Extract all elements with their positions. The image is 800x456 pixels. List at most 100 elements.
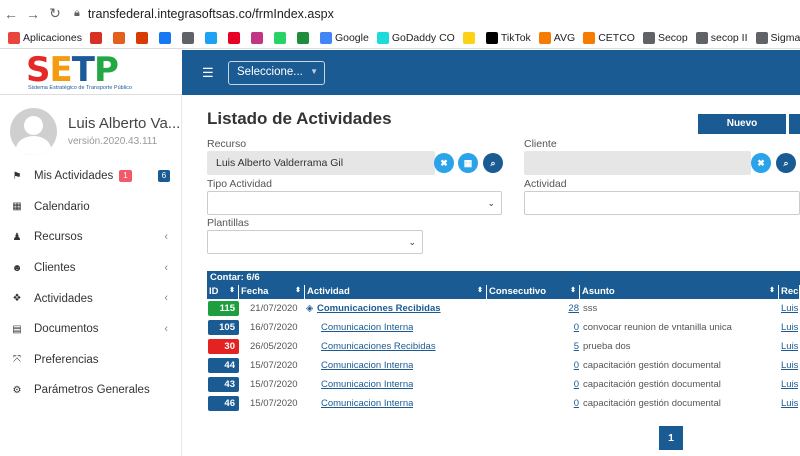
bookmark-5[interactable]	[181, 31, 197, 44]
consecutivo-link[interactable]: 28	[537, 300, 579, 318]
tipo-actividad-select[interactable]: ⌄	[207, 191, 502, 215]
actividad-link[interactable]: Comunicacion Interna	[321, 357, 413, 375]
asunto-cell: prueba dos	[583, 341, 631, 352]
clear-cliente-button[interactable]: ✖	[751, 153, 771, 173]
lock-icon[interactable]: 🔒︎	[74, 7, 80, 20]
search-recurso-button[interactable]: ⌕	[483, 153, 503, 173]
bookmark-7[interactable]	[227, 31, 243, 44]
bookmark-4[interactable]	[158, 31, 174, 44]
column-header-5[interactable]: Rec	[779, 285, 800, 299]
bookmark-6[interactable]	[204, 31, 220, 44]
bookmark-label: AVG	[553, 31, 576, 44]
sidebar-item-recursos[interactable]: ♟ Recursos ‹	[0, 222, 182, 253]
new-button[interactable]: Nuevo	[698, 114, 786, 134]
chevron-left-icon: ‹	[164, 231, 168, 244]
recurso-link[interactable]: Luis	[781, 300, 798, 318]
bookmark-1[interactable]	[89, 31, 105, 44]
table-row[interactable]: 43 15/07/2020 Comunicacion Interna 0 capacit…	[207, 376, 800, 394]
recurso-link[interactable]: Luis	[781, 395, 798, 413]
actividad-link[interactable]: Comunicacion Interna	[321, 319, 413, 337]
clear-recurso-button[interactable]: ✖	[434, 153, 454, 173]
sort-icon: ⬍	[570, 287, 576, 294]
consecutivo-link[interactable]: 0	[537, 376, 579, 394]
consecutivo-link[interactable]: 5	[537, 338, 579, 356]
table-row[interactable]: 30 26/05/2020 Comunicaciones Recibidas 5 pru…	[207, 338, 800, 356]
top-select[interactable]: Seleccione... ▼	[228, 61, 325, 85]
godaddy-icon	[376, 31, 389, 44]
actividad-link[interactable]: Comunicaciones Recibidas	[317, 300, 441, 318]
column-header-3[interactable]: Consecutivo ⬍	[487, 285, 580, 299]
gmail-icon	[89, 31, 102, 44]
column-header-0[interactable]: ID ⬍	[207, 285, 239, 299]
calendar-icon[interactable]: ▦	[458, 153, 478, 173]
asunto-cell: convocar reunion de vntanilla unica	[583, 322, 732, 333]
recurso-link[interactable]: Luis	[781, 376, 798, 394]
id-badge: 44	[208, 358, 239, 373]
fecha-cell: 21/07/2020	[250, 303, 298, 314]
actividad-field[interactable]	[524, 191, 800, 215]
bookmark-0[interactable]: Aplicaciones	[8, 31, 82, 44]
bookmark-18[interactable]: secop II	[695, 31, 748, 44]
office-icon	[112, 31, 125, 44]
column-header-2[interactable]: Actividad ⬍	[305, 285, 487, 299]
bookmark-16[interactable]: CETCO	[583, 31, 635, 44]
bookmark-15[interactable]: AVG	[538, 31, 576, 44]
sidebar-item-mis-actividades[interactable]: ⚑ Mis Actividades 1 6	[0, 161, 182, 192]
column-header-1[interactable]: Fecha ⬍	[239, 285, 305, 299]
sidebar-item-actividades[interactable]: ❖ Actividades ‹	[0, 283, 182, 314]
back-icon[interactable]: ←	[0, 6, 22, 22]
reload-icon[interactable]: ↻	[44, 5, 66, 22]
bookmark-13[interactable]	[462, 31, 478, 44]
column-header-4[interactable]: Asunto ⬍	[580, 285, 779, 299]
bookmark-3[interactable]	[135, 31, 151, 44]
bookmark-2[interactable]	[112, 31, 128, 44]
table-row[interactable]: 115 21/07/2020 Comunicaciones Recibidas ◈ 28…	[207, 300, 800, 318]
more-button[interactable]	[789, 114, 800, 134]
column-header-label: Actividad	[307, 286, 350, 297]
main-content: Listado de Actividades Nuevo Recurso Lui…	[182, 95, 800, 456]
table-row[interactable]: 105 16/07/2020 Comunicacion Interna 0 convoc…	[207, 319, 800, 337]
table-row[interactable]: 44 15/07/2020 Comunicacion Interna 0 capacit…	[207, 357, 800, 375]
consecutivo-link[interactable]: 0	[537, 395, 579, 413]
recurso-link[interactable]: Luis	[781, 319, 798, 337]
bookmarks-bar: Aplicaciones Google GoDaddy CO TikTok AVG CET…	[0, 27, 800, 49]
forward-icon[interactable]: →	[22, 6, 44, 22]
consecutivo-link[interactable]: 0	[537, 319, 579, 337]
sidebar-item-documentos[interactable]: ▤ Documentos ‹	[0, 314, 182, 345]
recurso-link[interactable]: Luis	[781, 338, 798, 356]
sidebar-item-calendario[interactable]: ▦ Calendario	[0, 192, 182, 223]
bookmark-11[interactable]: Google	[319, 31, 369, 44]
bookmark-17[interactable]: Secop	[642, 31, 688, 44]
bookmark-12[interactable]: GoDaddy CO	[376, 31, 455, 44]
column-header-label: Asunto	[582, 286, 615, 297]
sidebar-item-preferencias[interactable]: ⤧ Preferencias	[0, 345, 182, 376]
actividad-link[interactable]: Comunicacion Interna	[321, 376, 413, 394]
flag-icon: ⚑	[12, 170, 22, 182]
cliente-field[interactable]	[524, 151, 751, 175]
recurso-field[interactable]: Luis Alberto Valderrama Gil	[207, 151, 435, 175]
tipo-actividad-label: Tipo Actividad	[207, 178, 272, 190]
bookmark-10[interactable]	[296, 31, 312, 44]
bookmark-8[interactable]	[250, 31, 266, 44]
recurso-link[interactable]: Luis	[781, 357, 798, 375]
hamburger-menu-icon[interactable]: ☰	[202, 65, 214, 81]
actividad-link[interactable]: Comunicacion Interna	[321, 395, 413, 413]
plantillas-label: Plantillas	[207, 217, 250, 229]
bookmark-9[interactable]	[273, 31, 289, 44]
avatar	[10, 108, 57, 155]
sidebar-item-parámetros-generales[interactable]: ⚙ Parámetros Generales	[0, 375, 182, 406]
table-row[interactable]: 46 15/07/2020 Comunicacion Interna 0 capacit…	[207, 395, 800, 413]
setp-logo[interactable]: SETP	[26, 50, 119, 90]
bookmark-14[interactable]: TikTok	[485, 31, 531, 44]
consecutivo-link[interactable]: 0	[537, 357, 579, 375]
page-1-button[interactable]: 1	[659, 426, 683, 450]
sidebar-item-label: Mis Actividades	[34, 170, 114, 183]
sidebar-item-label: Recursos	[34, 231, 83, 244]
url-text[interactable]: transfederal.integrasoftsas.co/frmIndex.…	[88, 7, 334, 21]
plantillas-select[interactable]: ⌄	[207, 230, 423, 254]
bookmark-19[interactable]: Sigmas	[755, 31, 800, 44]
asunto-cell: capacitación gestión documental	[583, 379, 721, 390]
sidebar-item-clientes[interactable]: ☻ Clientes ‹	[0, 253, 182, 284]
actividad-link[interactable]: Comunicaciones Recibidas	[321, 338, 436, 356]
search-cliente-button[interactable]: ⌕	[776, 153, 796, 173]
